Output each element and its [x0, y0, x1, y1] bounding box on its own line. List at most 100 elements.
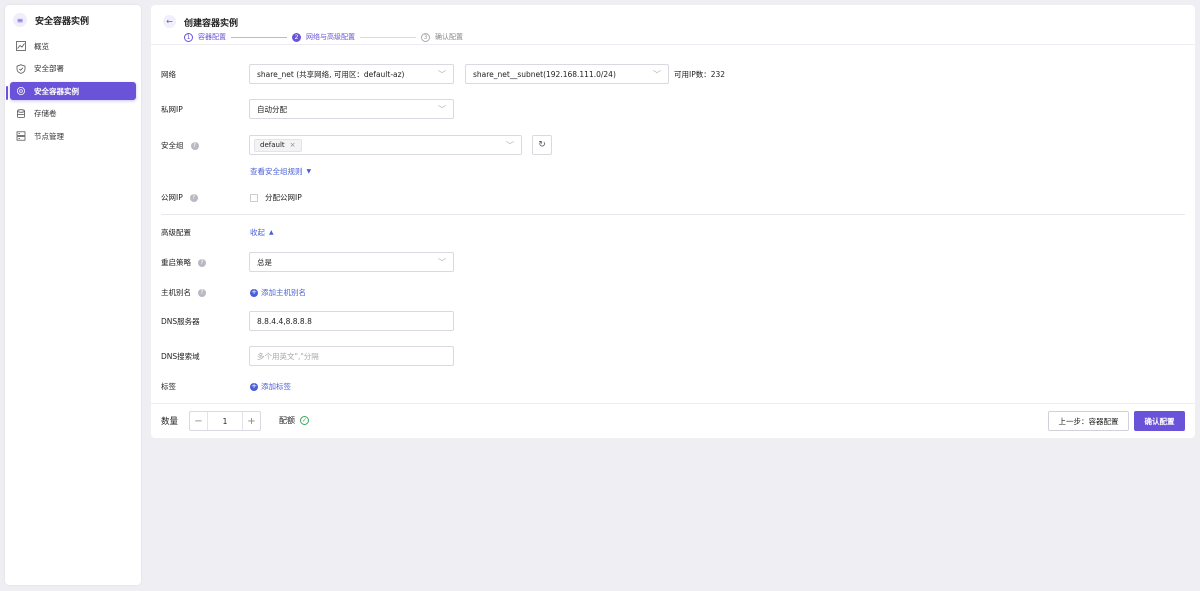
- add-label-link[interactable]: + 添加标签: [250, 381, 291, 392]
- sidebar-item-label: 安全部署: [34, 64, 64, 73]
- add-host-alias-label: 添加主机别名: [261, 288, 306, 297]
- dns-search-placeholder: 多个用英文","分隔: [257, 351, 319, 361]
- restart-policy-label: 重启策略 ?: [161, 257, 206, 268]
- step-1[interactable]: 1 容器配置: [184, 32, 226, 42]
- quantity-stepper[interactable]: − 1 +: [189, 411, 261, 431]
- step-label: 网络与高级配置: [306, 33, 355, 41]
- refresh-button[interactable]: ↻: [532, 135, 552, 155]
- subnet-value: share_net__subnet(192.168.111.0/24): [473, 69, 616, 79]
- page-header: ← 创建容器实例 1 容器配置 2 网络与高级配置 3 确认配置: [151, 5, 1195, 45]
- chevron-down-icon: ﹀: [506, 141, 514, 150]
- dns-server-value: 8.8.4.4,8.8.8.8: [257, 316, 312, 326]
- sidebar-item-storage[interactable]: 存储卷: [10, 105, 136, 123]
- sidebar-item-secure-container[interactable]: 安全容器实例: [10, 82, 136, 100]
- step-number: 2: [292, 32, 301, 42]
- back-arrow-icon[interactable]: ←: [163, 15, 176, 28]
- database-icon: [16, 108, 26, 119]
- step-connector: [231, 36, 287, 38]
- help-icon[interactable]: ?: [198, 258, 206, 267]
- view-rules-label: 查看安全组规则: [250, 167, 303, 176]
- close-icon[interactable]: ×: [290, 141, 296, 149]
- private-ip-value: 自动分配: [257, 104, 287, 114]
- help-icon[interactable]: ?: [189, 193, 198, 202]
- vpc-value: share_net (共享网络, 可用区：default-az): [257, 69, 405, 79]
- dns-search-input[interactable]: 多个用英文","分隔: [249, 346, 454, 366]
- quantity-label: 数量: [161, 417, 179, 427]
- sidebar: ≡ 安全容器实例 概览 安全部署 安全容器实例 存储卷 节点管理: [5, 5, 141, 585]
- dns-server-input[interactable]: 8.8.4.4,8.8.8.8: [249, 311, 454, 331]
- private-ip-select[interactable]: 自动分配 ﹀: [249, 99, 454, 119]
- chevron-down-icon: ﹀: [438, 105, 446, 114]
- step-label: 容器配置: [198, 33, 226, 41]
- step-indicator: 1 容器配置 2 网络与高级配置 3 确认配置: [184, 32, 463, 42]
- checkbox-label: 分配公网IP: [265, 193, 302, 202]
- step-2[interactable]: 2 网络与高级配置: [292, 32, 355, 42]
- assign-public-ip-checkbox[interactable]: 分配公网IP: [250, 192, 302, 203]
- checkbox-box[interactable]: [250, 193, 258, 202]
- footer-bar: 数量 − 1 + 配额 ✓ 上一步：容器配置 确认配置: [151, 403, 1195, 438]
- view-security-rules-link[interactable]: 查看安全组规则 ▼: [250, 166, 311, 177]
- step-number: 3: [421, 32, 430, 42]
- restart-policy-select[interactable]: 总是 ﹀: [249, 252, 454, 272]
- caret-down-icon: ▼: [306, 168, 312, 175]
- dns-server-label: DNS服务器: [161, 317, 200, 326]
- available-ip-count: 可用IP数：232: [674, 70, 726, 79]
- sidebar-item-label: 安全容器实例: [34, 86, 79, 96]
- sidebar-item-label: 存储卷: [34, 109, 57, 118]
- server-icon: [16, 131, 26, 141]
- check-circle-icon: ✓: [300, 416, 309, 425]
- security-group-label-text: 安全组: [161, 141, 184, 150]
- main-panel: ← 创建容器实例 1 容器配置 2 网络与高级配置 3 确认配置 网络 shar…: [151, 5, 1195, 438]
- prev-step-button[interactable]: 上一步：容器配置: [1048, 411, 1129, 431]
- help-icon[interactable]: ?: [190, 141, 199, 150]
- sidebar-item-secure-deploy[interactable]: 安全部署: [10, 60, 136, 78]
- decrement-button[interactable]: −: [190, 412, 208, 430]
- quantity-value[interactable]: 1: [208, 417, 242, 426]
- increment-button[interactable]: +: [242, 412, 260, 430]
- refresh-icon: ↻: [538, 140, 546, 150]
- network-label: 网络: [161, 70, 176, 79]
- security-group-select[interactable]: default × ﹀: [249, 135, 522, 155]
- confirm-button[interactable]: 确认配置: [1134, 411, 1185, 431]
- advanced-config-label: 高级配置: [161, 228, 191, 237]
- gear-icon: [16, 86, 26, 96]
- sidebar-item-nodes[interactable]: 节点管理: [10, 127, 136, 145]
- section-divider: [161, 214, 1185, 215]
- menu-icon[interactable]: ≡: [13, 13, 27, 27]
- add-host-alias-link[interactable]: + 添加主机别名: [250, 287, 306, 298]
- public-ip-label: 公网IP ?: [161, 192, 198, 203]
- security-group-label: 安全组 ?: [161, 140, 199, 151]
- tag-label: default: [260, 141, 285, 149]
- vpc-select[interactable]: share_net (共享网络, 可用区：default-az) ﹀: [249, 64, 454, 84]
- step-3[interactable]: 3 确认配置: [421, 32, 463, 42]
- security-group-tag: default ×: [254, 138, 302, 152]
- collapse-toggle[interactable]: 收起 ▲: [250, 227, 274, 238]
- step-connector: [360, 36, 416, 38]
- host-alias-label: 主机别名 ?: [161, 287, 206, 298]
- shield-icon: [16, 63, 26, 74]
- quota-status: 配额 ✓: [279, 415, 309, 426]
- sidebar-item-label: 节点管理: [34, 131, 64, 141]
- host-alias-label-text: 主机别名: [161, 288, 191, 297]
- labels-label: 标签: [161, 382, 176, 391]
- sidebar-title: 安全容器实例: [35, 16, 90, 27]
- public-ip-label-text: 公网IP: [161, 193, 183, 202]
- chevron-down-icon: ﹀: [653, 70, 661, 79]
- step-number: 1: [184, 32, 193, 42]
- active-indicator: [6, 86, 8, 100]
- help-icon[interactable]: ?: [198, 288, 206, 297]
- page-title: 创建容器实例: [184, 19, 239, 29]
- restart-policy-value: 总是: [257, 257, 272, 267]
- sidebar-item-overview[interactable]: 概览: [10, 37, 136, 55]
- sidebar-item-label: 概览: [34, 41, 49, 51]
- add-label-text: 添加标签: [261, 382, 291, 391]
- caret-up-icon: ▲: [269, 229, 274, 236]
- chevron-down-icon: ﹀: [438, 70, 446, 79]
- chart-icon: [16, 41, 26, 51]
- step-label: 确认配置: [435, 33, 463, 41]
- private-ip-label: 私网IP: [161, 105, 183, 114]
- subnet-select[interactable]: share_net__subnet(192.168.111.0/24) ﹀: [465, 64, 669, 84]
- plus-circle-icon: +: [250, 382, 258, 391]
- plus-circle-icon: +: [250, 288, 258, 297]
- chevron-down-icon: ﹀: [438, 258, 446, 267]
